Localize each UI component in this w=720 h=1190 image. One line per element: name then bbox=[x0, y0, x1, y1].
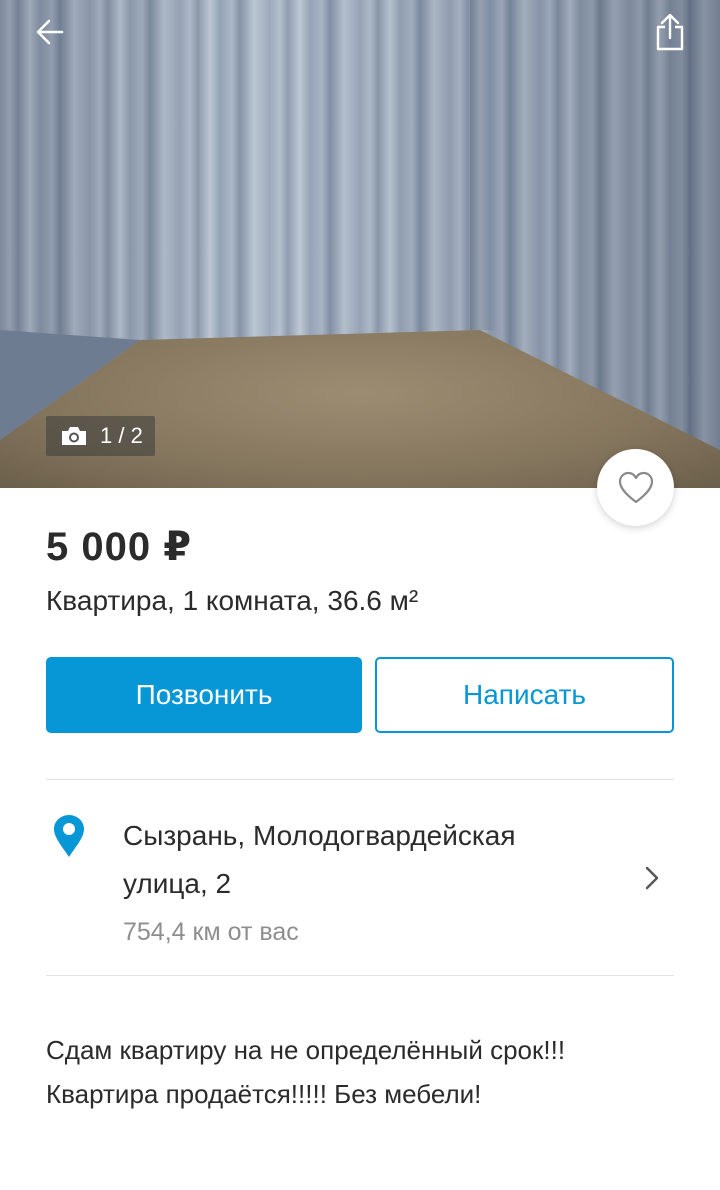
listing-price: 5 000 ₽ bbox=[46, 525, 193, 569]
description-line: Сдам квартиру на не определённый срок!!! bbox=[46, 1035, 566, 1065]
listing-subtitle: Квартира, 1 комната, 36.6 м² bbox=[46, 585, 419, 616]
favorite-button[interactable] bbox=[597, 449, 674, 526]
write-button[interactable]: Написать bbox=[375, 657, 674, 733]
chevron-right-icon[interactable] bbox=[640, 864, 664, 892]
listing-description: Сдам квартиру на не определённый срок!!!… bbox=[46, 1028, 686, 1116]
listing-photo[interactable]: 1 / 2 bbox=[0, 0, 720, 488]
description-line: Квартира продаётся!!!!! Без мебели! bbox=[46, 1079, 482, 1109]
share-icon bbox=[656, 13, 684, 51]
photo-counter-text: 1 / 2 bbox=[100, 423, 143, 448]
divider bbox=[46, 779, 674, 780]
camera-icon bbox=[62, 427, 86, 445]
location-pin-icon bbox=[54, 815, 84, 857]
arrow-left-icon bbox=[36, 19, 64, 45]
address-text: Сызрань, Молодогвардейская улица, 2 bbox=[123, 820, 516, 899]
share-button[interactable] bbox=[646, 8, 694, 56]
divider bbox=[46, 975, 674, 976]
photo-counter: 1 / 2 bbox=[46, 416, 155, 456]
back-button[interactable] bbox=[28, 10, 72, 54]
call-button[interactable]: Позвонить bbox=[46, 657, 362, 733]
photo-corner-shadow bbox=[470, 0, 500, 330]
heart-icon bbox=[618, 471, 653, 503]
address-block[interactable]: Сызрань, Молодогвардейская улица, 2 754,… bbox=[123, 812, 603, 947]
distance-text: 754,4 км от вас bbox=[123, 918, 299, 946]
